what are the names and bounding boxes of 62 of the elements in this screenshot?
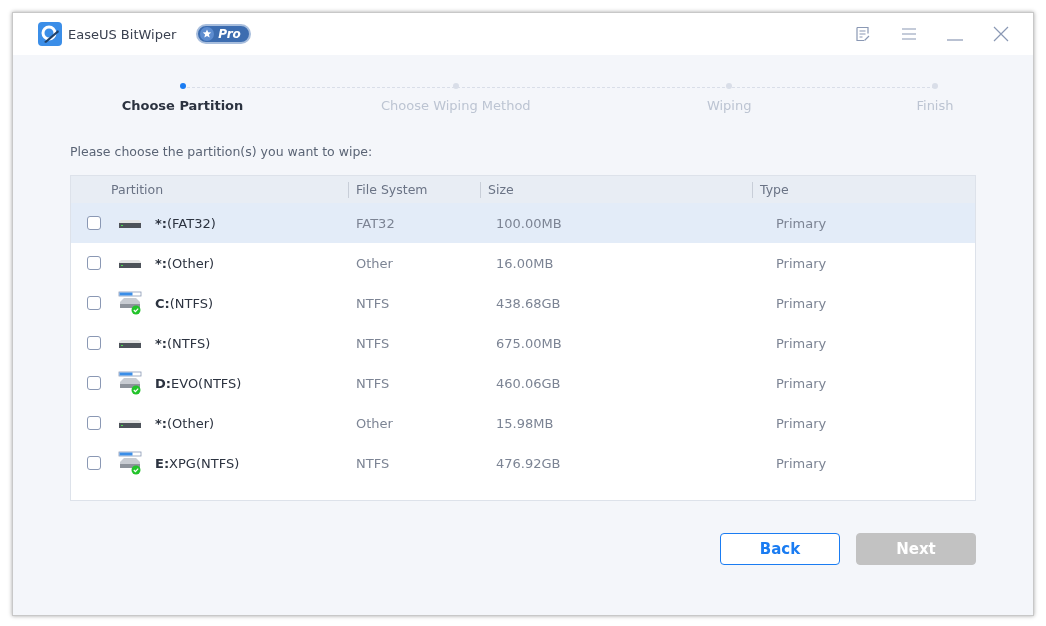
file-system-cell-text: Other bbox=[356, 415, 394, 431]
partition-name: *:(FAT32) bbox=[155, 215, 216, 231]
step-label: Choose Wiping Method bbox=[381, 98, 531, 113]
type-cell-text: Primary bbox=[776, 415, 828, 431]
partition-name: *:(Other) bbox=[155, 415, 215, 431]
size-cell-text: 15.98MB bbox=[496, 415, 555, 431]
star-icon bbox=[200, 27, 215, 41]
partition-row[interactable]: *:(FAT32) FAT32 100.00MB Primary bbox=[71, 203, 975, 243]
type-cell-text: Primary bbox=[776, 375, 828, 391]
column-header[interactable]: Size bbox=[488, 182, 514, 197]
partition-row[interactable]: D:EVO(NTFS) NTFS 460.06GB Primary bbox=[71, 363, 975, 403]
partition-name: D:EVO(NTFS) bbox=[155, 375, 242, 391]
type-cell-text: Primary bbox=[776, 295, 828, 311]
checkbox[interactable] bbox=[87, 416, 101, 430]
file-system-cell-text: NTFS bbox=[356, 335, 391, 351]
checkbox[interactable] bbox=[87, 376, 101, 390]
partition-name: *:(Other) bbox=[155, 255, 215, 271]
size-cell-text: 675.00MB bbox=[496, 335, 563, 351]
window-title: EaseUS BitWiper bbox=[68, 26, 177, 42]
partition-name: C:(NTFS) bbox=[155, 295, 214, 311]
file-system-cell-text: NTFS bbox=[356, 455, 391, 471]
size-cell-text: 16.00MB bbox=[496, 255, 555, 271]
feedback-icon[interactable] bbox=[855, 26, 871, 42]
type-cell-text: Primary bbox=[776, 335, 828, 351]
file-system-cell-text: NTFS bbox=[356, 375, 391, 391]
close-icon[interactable] bbox=[993, 26, 1009, 42]
app-logo-icon bbox=[38, 22, 62, 46]
pro-badge: Pro bbox=[196, 24, 251, 44]
menu-icon[interactable] bbox=[901, 26, 917, 42]
checkbox[interactable] bbox=[87, 256, 101, 270]
checkbox[interactable] bbox=[87, 216, 101, 230]
type-cell-text: Primary bbox=[776, 215, 828, 231]
column-header[interactable]: File System bbox=[356, 182, 428, 197]
drive-check-icon bbox=[118, 451, 142, 475]
step-label: Choose Partition bbox=[121, 98, 244, 113]
drive-check-icon bbox=[118, 371, 142, 395]
partition-row[interactable]: E:XPG(NTFS) NTFS 476.92GB Primary bbox=[71, 443, 975, 483]
drive-check-icon bbox=[118, 291, 142, 315]
step-label: Finish bbox=[916, 98, 954, 113]
partition-row[interactable]: C:(NTFS) NTFS 438.68GB Primary bbox=[71, 283, 975, 323]
partition-row[interactable]: *:(Other) Other 15.98MB Primary bbox=[71, 403, 975, 443]
size-cell-text: 438.68GB bbox=[496, 295, 562, 311]
partition-name: *:(NTFS) bbox=[155, 335, 211, 351]
back-button[interactable]: Back bbox=[720, 533, 840, 565]
size-cell-text: 476.92GB bbox=[496, 455, 562, 471]
instruction-text: Please choose the partition(s) you want to wipe: bbox=[70, 144, 374, 159]
column-header[interactable]: Type bbox=[760, 182, 789, 197]
checkbox[interactable] bbox=[87, 336, 101, 350]
type-cell-text: Primary bbox=[776, 255, 828, 271]
checkbox[interactable] bbox=[87, 456, 101, 470]
partition-row[interactable]: *:(Other) Other 16.00MB Primary bbox=[71, 243, 975, 283]
size-cell-text: 100.00MB bbox=[496, 215, 563, 231]
partition-name: E:XPG(NTFS) bbox=[155, 455, 240, 471]
step-label: Wiping bbox=[706, 98, 752, 113]
checkbox[interactable] bbox=[87, 296, 101, 310]
partition-row[interactable]: *:(NTFS) NTFS 675.00MB Primary bbox=[71, 323, 975, 363]
column-header[interactable]: Partition bbox=[111, 182, 164, 197]
file-system-cell-text: Other bbox=[356, 255, 394, 271]
file-system-cell-text: NTFS bbox=[356, 295, 391, 311]
size-cell-text: 460.06GB bbox=[496, 375, 562, 391]
type-cell-text: Primary bbox=[776, 455, 828, 471]
file-system-cell-text: FAT32 bbox=[356, 215, 396, 231]
